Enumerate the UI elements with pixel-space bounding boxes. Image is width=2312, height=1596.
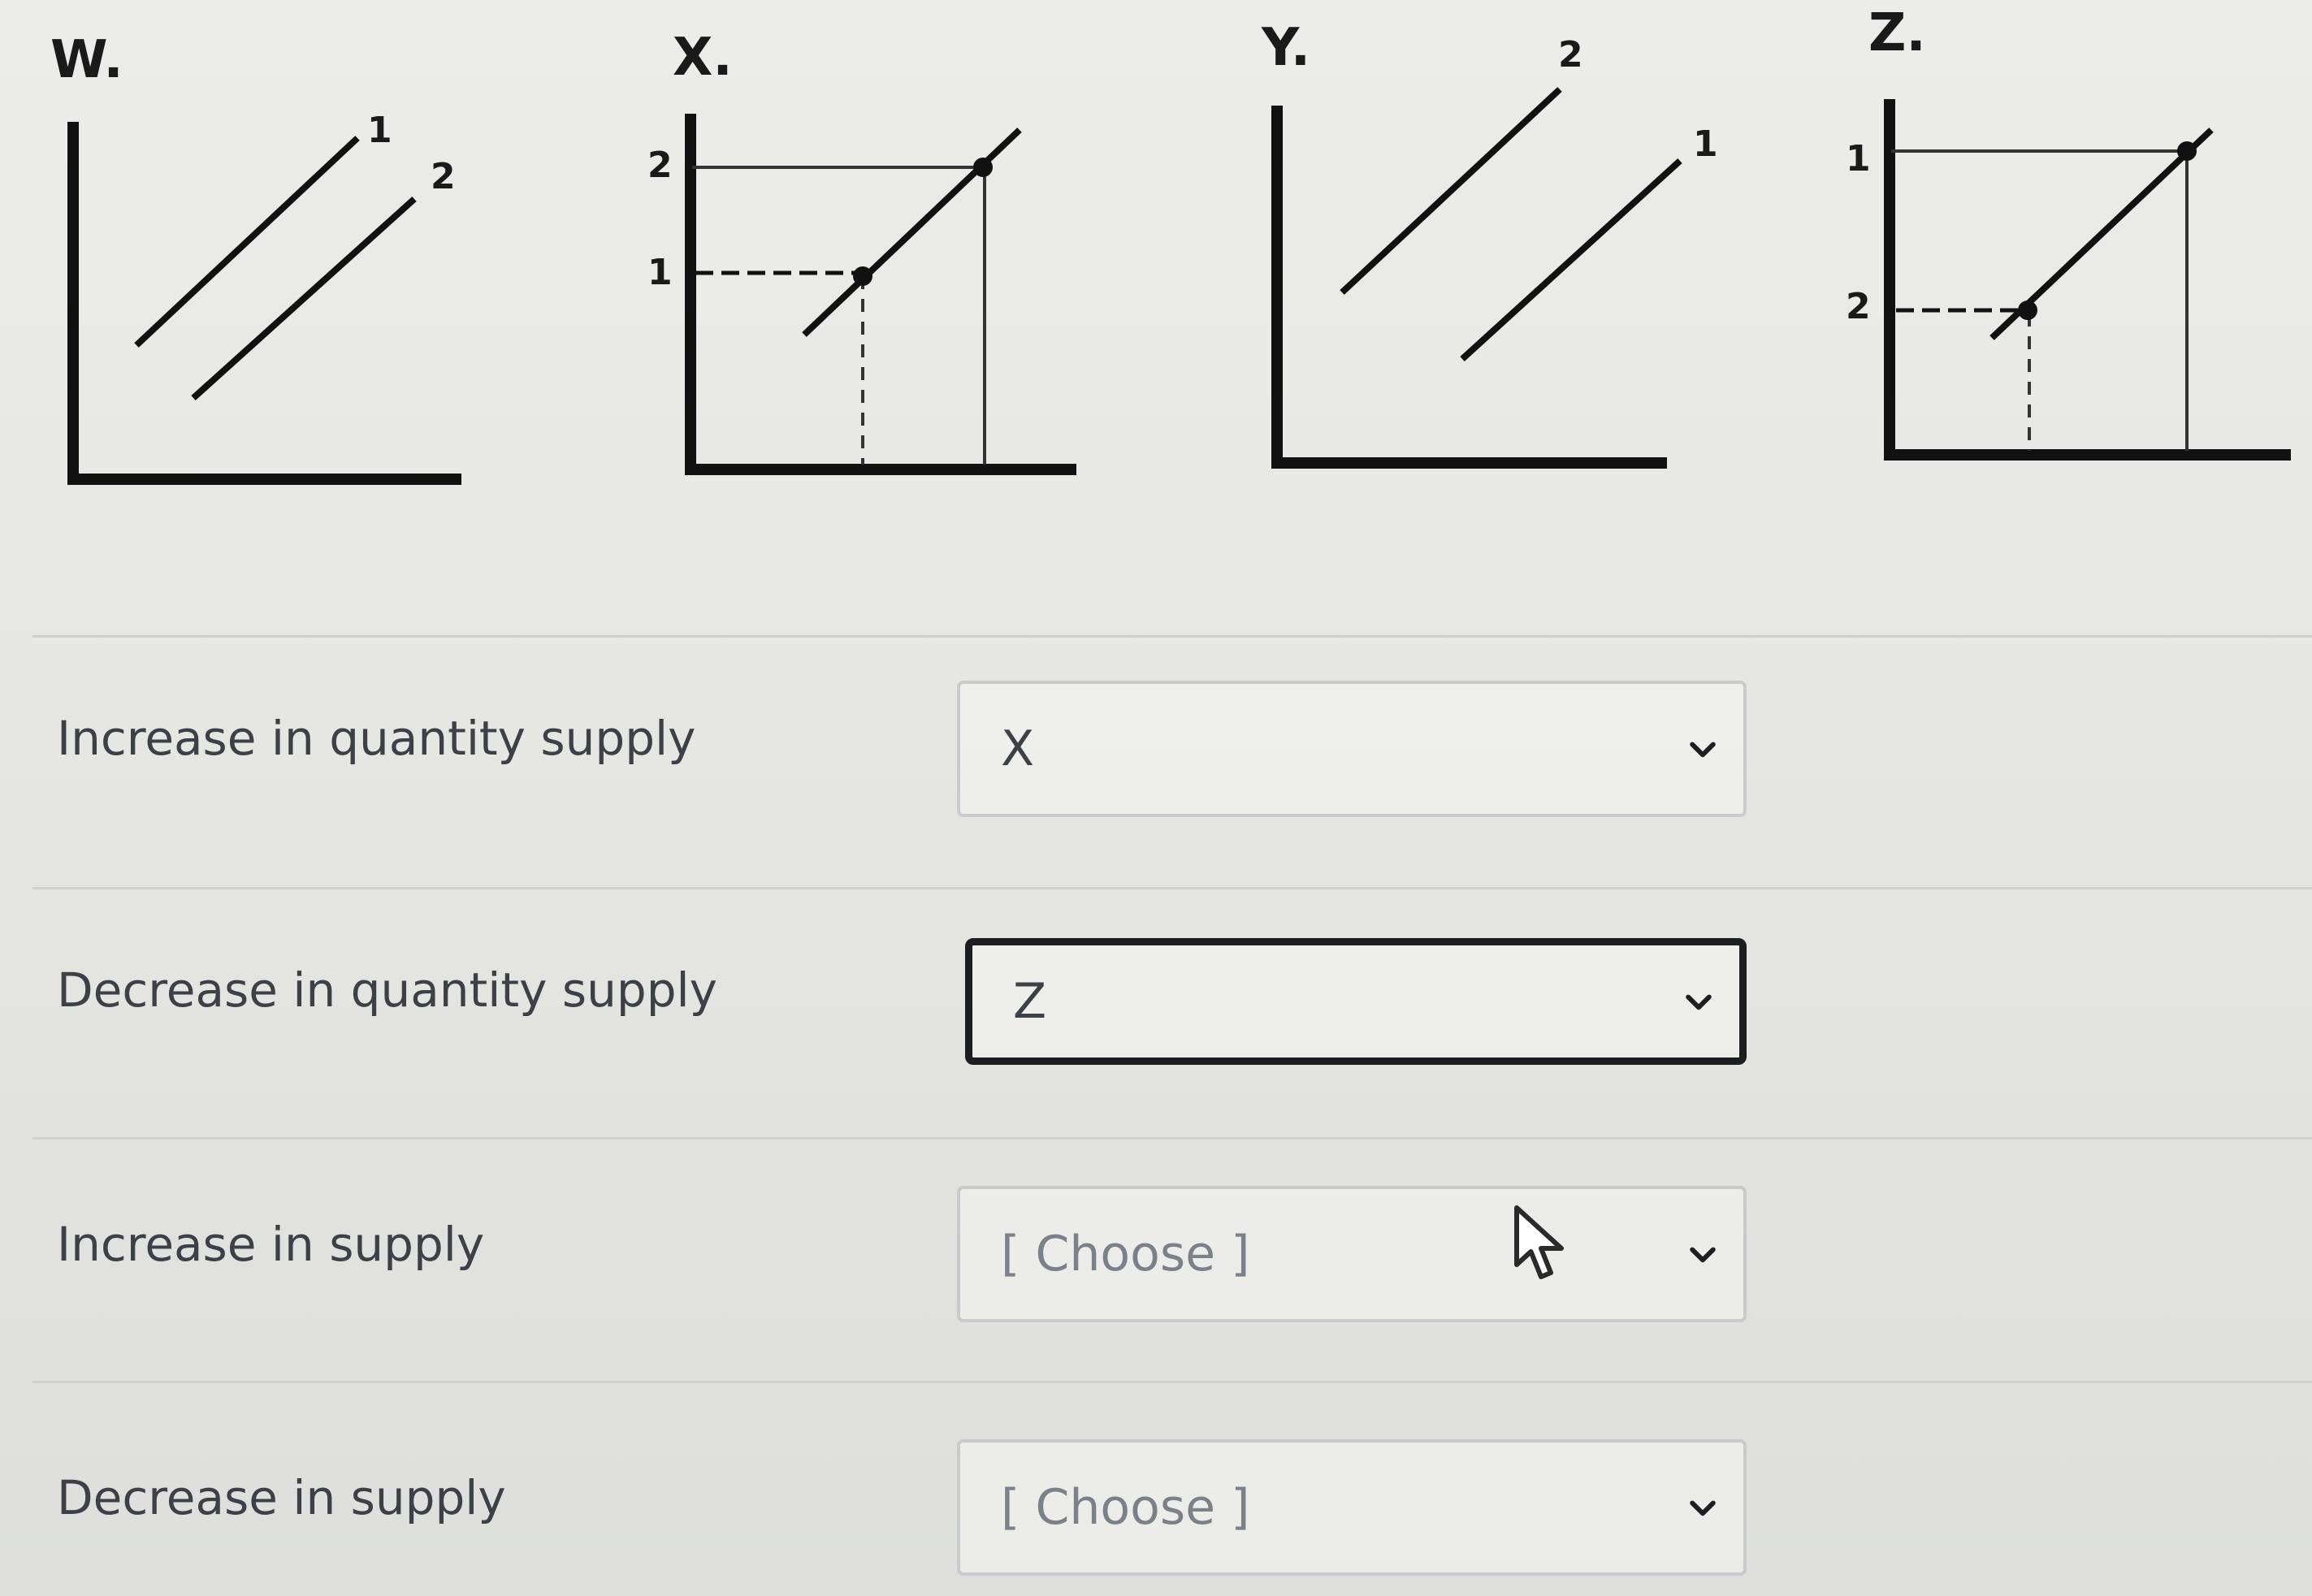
divider <box>32 887 2312 889</box>
graph-w: W. 1 2 <box>50 30 461 485</box>
graph-title-y: Y. <box>1261 18 1310 78</box>
curve-label-y-1: 1 <box>1693 123 1718 165</box>
axis-label-z-1: 1 <box>1846 138 1871 179</box>
graph-z: Z. 1 2 <box>1846 3 2291 461</box>
point-2-z <box>2018 301 2037 320</box>
answer-select-increase-quantity-supplied[interactable]: X <box>957 681 1747 817</box>
supply-curve-2-y <box>1340 87 1562 295</box>
question-label-increase-supply: Increase in supply <box>57 1217 485 1272</box>
axis-label-x-1: 1 <box>647 252 673 293</box>
placeholder-value: [ Choose ] <box>1001 1479 1250 1536</box>
graph-x: X. 2 1 <box>647 28 1076 475</box>
divider <box>32 1381 2312 1383</box>
point-2-x <box>973 158 993 177</box>
answer-select-decrease-quantity-supplied[interactable]: Z <box>965 938 1747 1065</box>
supply-curve-1-y <box>1460 158 1682 361</box>
supply-graphs-panel: W. 1 2 X. 2 1 Y. 2 1 Z. 1 2 <box>0 0 2312 487</box>
graph-title-z: Z. <box>1868 3 1926 63</box>
question-label-decrease-supply: Decrease in supply <box>57 1470 506 1525</box>
graph-y: Y. 2 1 <box>1261 18 1718 469</box>
curve-label-w-2: 2 <box>431 156 456 197</box>
supply-graphs: W. 1 2 X. 2 1 Y. 2 1 Z. 1 2 <box>50 3 2291 485</box>
supply-curve-1-w <box>134 136 360 348</box>
placeholder-value: [ Choose ] <box>1001 1226 1250 1282</box>
curve-label-w-1: 1 <box>367 110 392 151</box>
graph-title-w: W. <box>50 30 123 90</box>
divider <box>32 1137 2312 1140</box>
answer-select-decrease-supply[interactable]: [ Choose ] <box>957 1439 1747 1576</box>
selected-value: X <box>1001 720 1035 777</box>
axes-w <box>67 122 461 485</box>
supply-curve-2-w <box>191 197 417 400</box>
chevron-down-icon <box>1690 1247 1716 1263</box>
chevron-down-icon <box>1686 994 1712 1010</box>
divider <box>32 635 2312 638</box>
axes-y <box>1271 106 1667 469</box>
graph-title-x: X. <box>673 28 733 88</box>
axis-label-x-2: 2 <box>647 145 673 186</box>
question-label-decrease-quantity-supplied: Decrease in quantity supply <box>57 962 717 1018</box>
point-1-z <box>2177 141 2197 161</box>
mouse-pointer-icon <box>1514 1205 1564 1279</box>
question-label-increase-quantity-supplied: Increase in quantity supply <box>57 711 696 766</box>
chevron-down-icon <box>1690 1500 1716 1516</box>
answer-select-increase-supply[interactable]: [ Choose ] <box>957 1186 1747 1322</box>
axis-label-z-2: 2 <box>1846 286 1871 327</box>
chevron-down-icon <box>1690 742 1716 758</box>
point-1-x <box>853 266 872 286</box>
curve-label-y-2: 2 <box>1558 34 1583 76</box>
selected-value: Z <box>1013 973 1047 1030</box>
